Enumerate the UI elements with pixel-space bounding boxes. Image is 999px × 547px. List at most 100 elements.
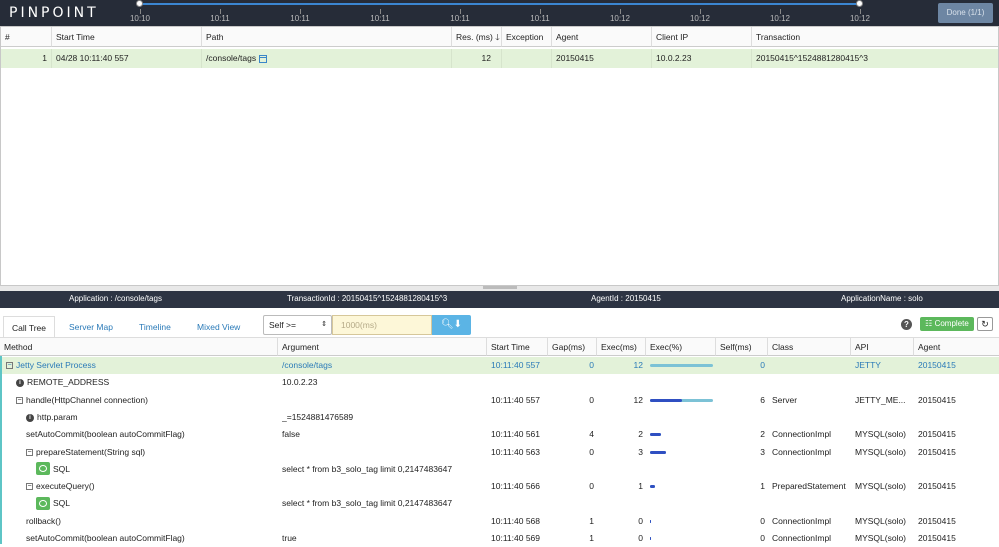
col-header-exception[interactable]: Exception <box>502 27 552 47</box>
timeline-tick-label: 10:12 <box>609 14 631 23</box>
cell-start <box>491 374 548 391</box>
cell-agent <box>918 495 999 512</box>
cell-argument <box>282 513 487 530</box>
col-header-start-time[interactable]: Start Time <box>52 27 202 47</box>
tab-call-tree[interactable]: Call Tree <box>3 316 56 338</box>
cell-start: 10:11:40 568 <box>491 515 540 526</box>
cell-start: 10:11:40 563 <box>491 446 540 457</box>
col-header-api[interactable]: API <box>851 338 914 356</box>
collapse-toggle-icon[interactable]: − <box>26 483 33 491</box>
timeline-tick-label: 10:12 <box>849 14 871 23</box>
cell-class <box>772 409 851 426</box>
cell-method: setAutoCommit(boolean autoCommitFlag) <box>26 530 276 547</box>
method-text: Jetty Servlet Process <box>16 360 96 370</box>
cell-agent: 20150415 <box>918 533 956 543</box>
col-header-client-ip[interactable]: Client IP <box>652 27 752 47</box>
col-header-argument[interactable]: Argument <box>278 338 487 356</box>
call-tree-row[interactable]: − handle(HttpChannel connection) 10:11:40 … <box>0 392 999 409</box>
call-tree-row[interactable]: SQL select * from b3_solo_tag limit 0,214… <box>0 495 999 512</box>
cell-gap <box>548 461 594 478</box>
col-header-transaction[interactable]: Transaction <box>752 27 998 47</box>
cell-argument <box>282 444 487 461</box>
timeline-end-handle[interactable] <box>856 0 863 7</box>
cell-argument: _=1524881476589 <box>282 411 354 422</box>
tab-mixed-view[interactable]: Mixed View <box>189 316 248 338</box>
call-tree-row[interactable]: − prepareStatement(String sql) 10:11:40 56… <box>0 444 999 461</box>
call-tree-depth-bar <box>0 356 2 544</box>
done-button[interactable]: Done (1/1) <box>938 3 993 23</box>
cell-class: ConnectionImpl <box>772 533 832 543</box>
cell-self: 0 <box>760 360 765 370</box>
col-header-agent[interactable]: Agent <box>552 27 652 47</box>
cell-start: 10:11:40 566 <box>491 481 540 492</box>
sql-eye-icon[interactable] <box>36 496 50 510</box>
method-text: http.param <box>37 411 78 422</box>
call-tree-row[interactable]: rollback() 10:11:40 568 1 0 0 ConnectionImpl M… <box>0 513 999 530</box>
refresh-icon: ↻ <box>981 319 989 329</box>
calendar-icon[interactable] <box>259 54 268 63</box>
complete-button[interactable]: ☷ Complete <box>920 317 974 331</box>
col-header-exec-pct[interactable]: Exec(%) <box>646 338 716 356</box>
cell-start: 10:11:40 561 <box>491 429 540 440</box>
splitter-grip[interactable] <box>483 286 517 289</box>
call-tree-row[interactable]: − Jetty Servlet Process/console/tags 10:11… <box>0 357 999 374</box>
cell-start <box>491 409 548 426</box>
col-header-num[interactable]: # <box>1 27 52 47</box>
timeline-tick-label: 10:11 <box>450 14 470 23</box>
col-header-self[interactable]: Self(ms) <box>716 338 768 356</box>
col-header-res-ms[interactable]: Res. (ms) 🡓 <box>452 27 502 47</box>
call-tree-row[interactable]: i REMOTE_ADDRESS 10.0.2.23 <box>0 374 999 391</box>
cell-gap: 1 <box>589 515 594 526</box>
cell-self <box>716 461 765 478</box>
info-agent-id: AgentId : 20150415 <box>591 294 661 303</box>
call-tree-row[interactable]: i http.param _=1524881476589 <box>0 409 999 426</box>
timeline-tick-label: 10:12 <box>769 14 791 23</box>
cell-gap: 0 <box>589 481 594 492</box>
timeline-start-handle[interactable] <box>136 0 143 7</box>
ms-threshold-input[interactable]: 1000(ms) <box>332 315 432 335</box>
cell-argument: select * from b3_solo_tag limit 0,214748… <box>282 498 453 509</box>
cell-gap: 0 <box>589 446 594 457</box>
help-icon[interactable]: ? <box>901 319 912 330</box>
sql-eye-icon[interactable] <box>36 462 50 476</box>
cell-gap: 1 <box>589 533 594 543</box>
cell-api <box>855 374 914 391</box>
cell-start <box>491 461 548 478</box>
call-tree-row[interactable]: setAutoCommit(boolean autoCommitFlag) tru… <box>0 530 999 547</box>
cell-api: MYSQL(solo) <box>855 446 907 457</box>
cell-method: setAutoCommit(boolean autoCommitFlag) <box>26 426 276 443</box>
collapse-toggle-icon[interactable]: − <box>6 362 13 370</box>
col-header-exec[interactable]: Exec(ms) <box>597 338 646 356</box>
col-header-gap[interactable]: Gap(ms) <box>548 338 597 356</box>
cell-start: 10:11:40 557 <box>491 394 540 405</box>
col-header-path[interactable]: Path <box>202 27 452 47</box>
search-next-button[interactable]: 🔍︎⬇ <box>432 315 471 335</box>
cell-argument: /console/tags <box>282 360 333 370</box>
info-application: Application : /console/tags <box>69 294 162 303</box>
refresh-button[interactable]: ↻ <box>977 317 993 331</box>
cell-self: 0 <box>760 515 765 526</box>
cell-api <box>855 495 914 512</box>
tab-server-map[interactable]: Server Map <box>61 316 121 338</box>
cell-class <box>772 357 851 374</box>
collapse-toggle-icon[interactable]: − <box>16 396 23 404</box>
col-header-agent[interactable]: Agent <box>914 338 999 356</box>
cell-api: MYSQL(solo) <box>855 429 907 440</box>
col-header-class[interactable]: Class <box>768 338 851 356</box>
call-tree-row[interactable]: − executeQuery() 10:11:40 566 0 1 1 PreparedSt… <box>0 478 999 495</box>
cell-start: 10:11:40 557 <box>491 360 540 370</box>
self-filter-select[interactable]: Self >= ⇕ <box>263 315 332 335</box>
cell-agent: 20150415 <box>918 515 956 526</box>
call-tree-row[interactable]: setAutoCommit(boolean autoCommitFlag) fal… <box>0 426 999 443</box>
collapse-toggle-icon[interactable]: − <box>26 448 33 456</box>
cell-api: MYSQL(solo) <box>855 515 907 526</box>
tab-timeline[interactable]: Timeline <box>131 316 179 338</box>
col-header-method[interactable]: Method <box>0 338 278 356</box>
timeline-range-slider[interactable] <box>136 0 863 7</box>
cell-agent: 20150415 <box>918 446 956 457</box>
call-tree-row[interactable]: SQL select * from b3_solo_tag limit 0,214… <box>0 461 999 478</box>
col-header-start-time[interactable]: Start Time <box>487 338 548 356</box>
cell-api: MYSQL(solo) <box>855 533 907 543</box>
cell-class <box>772 461 851 478</box>
cell-class: Server <box>772 394 798 405</box>
